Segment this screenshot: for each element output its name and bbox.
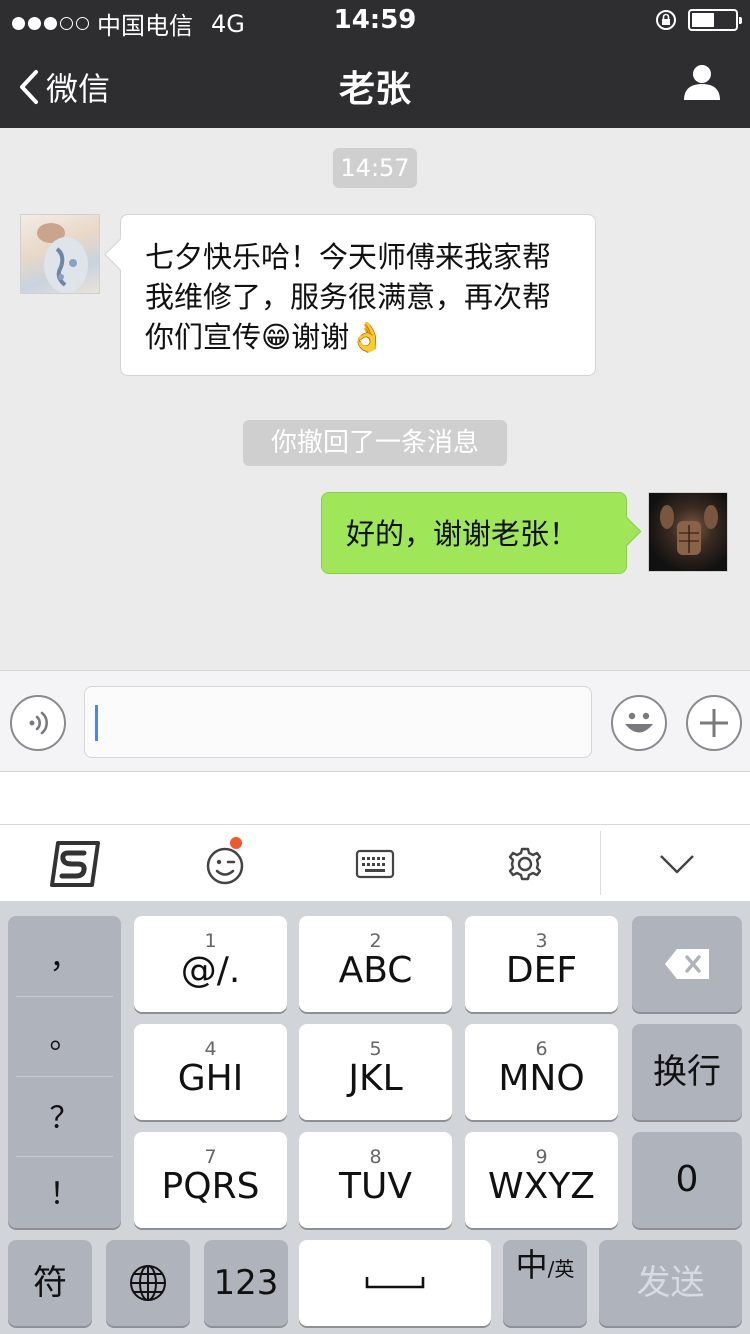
voice-icon [29, 711, 48, 735]
key-7[interactable]: 7 PQRS [134, 1132, 287, 1228]
chat-area[interactable]: 14:57 七夕快乐哈！今天师傅来我家帮我维修了，服务很满意，再次帮你们宣传😁谢… [0, 128, 750, 670]
key-4[interactable]: 4 GHI [134, 1024, 287, 1120]
send-key[interactable]: 发送 [599, 1240, 742, 1326]
sogou-logo-button[interactable] [30, 825, 120, 903]
key-letters: DEF [505, 950, 578, 991]
language-switch-key[interactable]: 中 /英 [503, 1240, 587, 1326]
key-letters: GHI [177, 1058, 244, 1099]
recall-notice: 你撤回了一条消息 [243, 420, 507, 466]
emoji-button[interactable] [611, 695, 667, 751]
key-number: 7 [204, 1146, 217, 1168]
symbol-label: 符 [33, 1263, 67, 1303]
incoming-message-text: 七夕快乐哈！今天师傅来我家帮我维修了，服务很满意，再次帮你们宣传😁谢谢👌 [145, 240, 552, 354]
key-letters: WXYZ [488, 1166, 595, 1207]
wink-face-icon [206, 847, 244, 885]
incoming-message-bubble[interactable]: 七夕快乐哈！今天师傅来我家帮我维修了，服务很满意，再次帮你们宣传😁谢谢👌 [120, 214, 596, 376]
numeric-label: 123 [213, 1263, 279, 1303]
more-button[interactable] [686, 695, 742, 751]
rotation-lock-icon [656, 10, 676, 30]
smiley-icon [625, 712, 653, 733]
hide-keyboard-button[interactable] [632, 825, 722, 903]
zero-key[interactable]: 0 [632, 1132, 742, 1228]
zero-label: 0 [675, 1159, 699, 1200]
status-right [654, 8, 742, 32]
ime-divider [600, 831, 601, 895]
keyboard-switch-button[interactable] [330, 825, 420, 903]
globe-key[interactable] [106, 1240, 190, 1326]
key-number: 9 [535, 1146, 548, 1168]
chevron-down-icon [660, 855, 694, 874]
message-timestamp: 14:57 [333, 148, 417, 188]
profile-button[interactable] [682, 62, 722, 106]
nav-bar: 微信 老张 [0, 40, 750, 128]
language-sub-label: /英 [547, 1257, 575, 1281]
symbol-key[interactable]: 符 [8, 1240, 92, 1326]
punct-question-key[interactable]: ？ [8, 1076, 121, 1154]
punctuation-column[interactable]: ， 。 ？ ！ [8, 916, 121, 1228]
key-number: 5 [369, 1038, 382, 1060]
key-number: 1 [204, 930, 217, 952]
contact-avatar-image [37, 223, 88, 293]
page-title: 老张 [338, 69, 411, 110]
key-8[interactable]: 8 TUV [299, 1132, 452, 1228]
backspace-icon [665, 949, 709, 979]
language-main-label: 中 [515, 1246, 548, 1284]
input-spacer [0, 772, 750, 824]
voice-input-button[interactable] [10, 695, 66, 751]
key-2[interactable]: 2 ABC [299, 916, 452, 1012]
key-letters: JKL [348, 1058, 403, 1099]
keyboard-icon [355, 849, 395, 879]
newline-key[interactable]: 换行 [632, 1024, 742, 1120]
status-bar: 中国电信 4G 14:59 [0, 0, 750, 40]
self-avatar-image [660, 505, 718, 555]
key-5[interactable]: 5 JKL [299, 1024, 452, 1120]
input-bar [0, 670, 750, 772]
newline-label: 换行 [653, 1052, 721, 1092]
plus-icon [700, 709, 728, 737]
key-9[interactable]: 9 WXYZ [465, 1132, 618, 1228]
person-icon [684, 65, 720, 100]
punct-period-key[interactable]: 。 [8, 996, 121, 1074]
key-number: 8 [369, 1146, 382, 1168]
self-avatar[interactable] [648, 492, 728, 572]
key-number: 6 [535, 1038, 548, 1060]
send-label: 发送 [636, 1263, 705, 1303]
key-6[interactable]: 6 MNO [465, 1024, 618, 1120]
keyboard: ， 。 ？ ！ 1 @/. 2 ABC 3 DEF 4 GHI 5 JKL 6 … [0, 902, 750, 1334]
globe-icon [130, 1265, 166, 1301]
punct-exclaim-key[interactable]: ！ [8, 1152, 121, 1230]
key-letters: ABC [338, 950, 413, 991]
outgoing-message-text: 好的，谢谢老张！ [346, 517, 579, 551]
key-3[interactable]: 3 DEF [465, 916, 618, 1012]
key-letters: MNO [498, 1058, 585, 1099]
key-1[interactable]: 1 @/. [134, 916, 287, 1012]
text-caret [95, 705, 98, 741]
sogou-logo-icon [50, 841, 100, 887]
outgoing-message-bubble[interactable]: 好的，谢谢老张！ [321, 492, 627, 574]
numeric-key[interactable]: 123 [204, 1240, 288, 1326]
status-time: 14:59 [333, 5, 417, 35]
backspace-key[interactable] [632, 916, 742, 1012]
ime-settings-button[interactable] [480, 825, 570, 903]
ime-toolbar [0, 824, 750, 902]
gear-icon [508, 847, 542, 881]
message-input[interactable] [84, 686, 592, 758]
key-letters: TUV [339, 1166, 412, 1207]
space-icon [365, 1277, 425, 1289]
key-letters: PQRS [161, 1166, 260, 1207]
key-number: 2 [369, 930, 382, 952]
key-letters: @/. [180, 950, 241, 991]
ime-emoji-button[interactable] [180, 825, 270, 903]
key-number: 3 [535, 930, 548, 952]
contact-avatar[interactable] [20, 214, 100, 294]
battery-icon [688, 9, 742, 31]
punct-comma-key[interactable]: ， [8, 916, 121, 994]
space-key[interactable] [299, 1240, 491, 1326]
key-number: 4 [204, 1038, 217, 1060]
notification-dot [230, 837, 242, 849]
